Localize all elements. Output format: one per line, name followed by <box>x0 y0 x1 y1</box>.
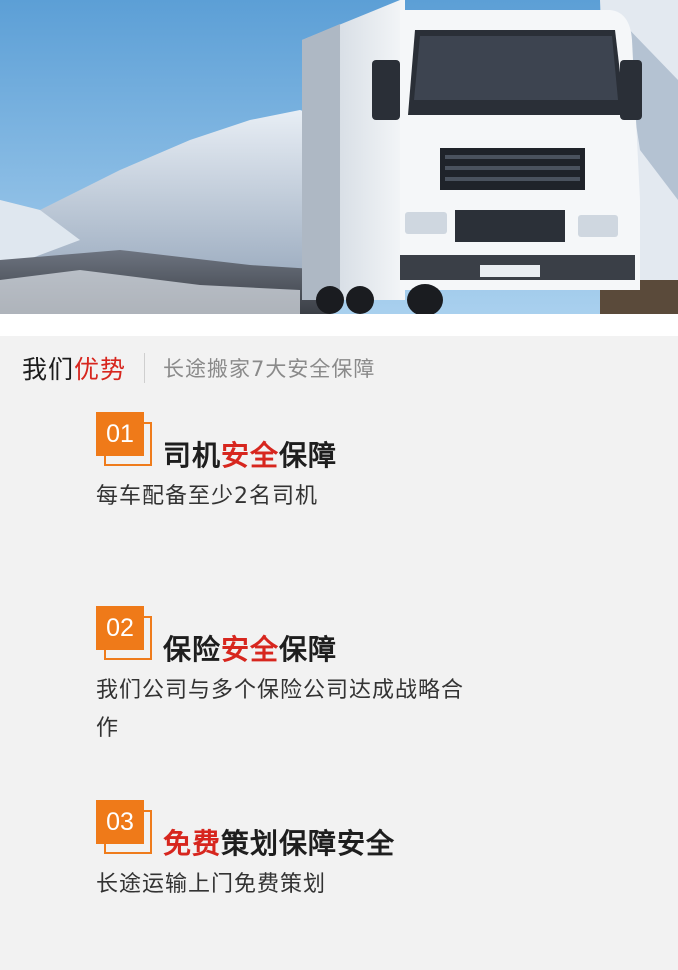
divider-band <box>0 314 678 336</box>
advantage-title: 免费策划保障安全 <box>163 822 395 862</box>
title-part: 保险 <box>163 633 222 666</box>
badge-number: 02 <box>96 606 144 650</box>
badge-number: 03 <box>96 800 144 844</box>
advantage-description: 长途运输上门免费策划 <box>96 872 327 897</box>
hero-banner <box>0 0 678 314</box>
advantage-description: 每车配备至少2名司机 <box>96 484 318 509</box>
title-part: 保障 <box>279 439 338 472</box>
title-part: 保障 <box>279 633 338 666</box>
advantage-title: 保险安全保障 <box>163 628 337 668</box>
advantage-item-3: 03 免费策划保障安全 长途运输上门免费策划 <box>96 800 516 910</box>
title-part: 策划保障安全 <box>221 827 396 860</box>
section-title-red: 优势 <box>74 355 127 384</box>
truck-mountain-image <box>0 0 678 314</box>
section-heading: 我们 优势 长途搬家7大安全保障 <box>22 352 375 384</box>
advantage-item-1: 01 司机安全保障 每车配备至少2名司机 <box>96 412 516 522</box>
badge-number: 01 <box>96 412 144 456</box>
number-badge: 03 <box>96 800 156 856</box>
title-highlight: 安全 <box>221 633 280 666</box>
number-badge: 02 <box>96 606 156 662</box>
title-highlight: 免费 <box>163 827 222 860</box>
advantage-title: 司机安全保障 <box>163 434 337 474</box>
heading-separator <box>144 353 146 383</box>
section-subtitle: 长途搬家7大安全保障 <box>163 357 376 381</box>
title-highlight: 安全 <box>221 439 280 472</box>
title-part: 司机 <box>163 439 222 472</box>
section-title-black: 我们 <box>22 355 75 384</box>
number-badge: 01 <box>96 412 156 468</box>
advantage-item-2: 02 保险安全保障 我们公司与多个保险公司达成战略合作 <box>96 606 516 756</box>
advantage-description: 我们公司与多个保险公司达成战略合作 <box>96 678 465 741</box>
